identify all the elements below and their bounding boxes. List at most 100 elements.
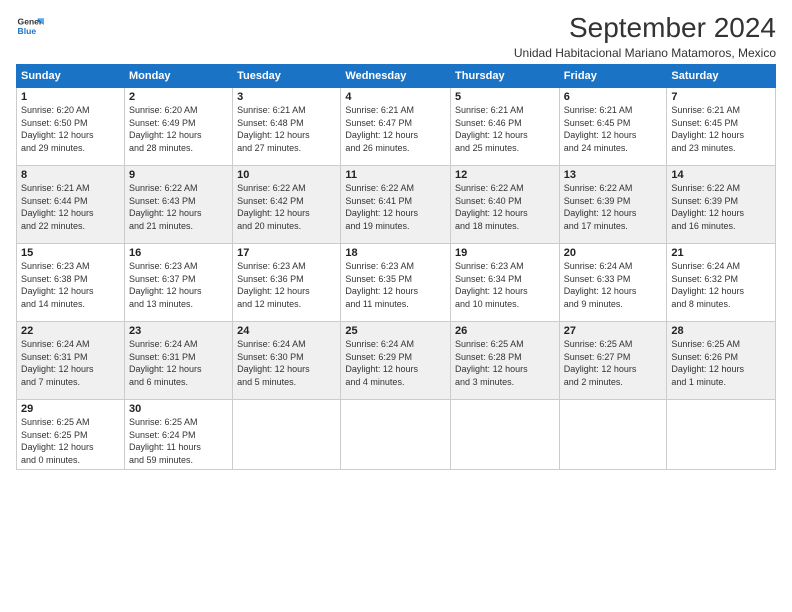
header-friday: Friday (559, 65, 667, 88)
calendar-cell: 4Sunrise: 6:21 AM Sunset: 6:47 PM Daylig… (341, 88, 451, 166)
day-number: 22 (21, 325, 120, 337)
day-info: Sunrise: 6:21 AM Sunset: 6:47 PM Dayligh… (345, 104, 446, 154)
day-number: 11 (345, 169, 446, 181)
day-info: Sunrise: 6:22 AM Sunset: 6:39 PM Dayligh… (671, 182, 771, 232)
calendar-cell: 29Sunrise: 6:25 AM Sunset: 6:25 PM Dayli… (17, 400, 125, 470)
calendar-table: Sunday Monday Tuesday Wednesday Thursday… (16, 64, 776, 470)
calendar-cell: 6Sunrise: 6:21 AM Sunset: 6:45 PM Daylig… (559, 88, 667, 166)
calendar-cell: 28Sunrise: 6:25 AM Sunset: 6:26 PM Dayli… (667, 322, 776, 400)
day-info: Sunrise: 6:23 AM Sunset: 6:38 PM Dayligh… (21, 260, 120, 310)
calendar-week-1: 1Sunrise: 6:20 AM Sunset: 6:50 PM Daylig… (17, 88, 776, 166)
calendar-cell: 16Sunrise: 6:23 AM Sunset: 6:37 PM Dayli… (124, 244, 232, 322)
day-info: Sunrise: 6:25 AM Sunset: 6:28 PM Dayligh… (455, 338, 555, 388)
day-number: 9 (129, 169, 228, 181)
calendar-cell: 25Sunrise: 6:24 AM Sunset: 6:29 PM Dayli… (341, 322, 451, 400)
day-info: Sunrise: 6:20 AM Sunset: 6:50 PM Dayligh… (21, 104, 120, 154)
calendar-cell: 14Sunrise: 6:22 AM Sunset: 6:39 PM Dayli… (667, 166, 776, 244)
calendar-week-5: 29Sunrise: 6:25 AM Sunset: 6:25 PM Dayli… (17, 400, 776, 470)
day-number: 15 (21, 247, 120, 259)
day-info: Sunrise: 6:24 AM Sunset: 6:30 PM Dayligh… (237, 338, 336, 388)
day-number: 23 (129, 325, 228, 337)
day-number: 29 (21, 403, 120, 415)
svg-text:Blue: Blue (18, 26, 37, 36)
calendar-cell: 23Sunrise: 6:24 AM Sunset: 6:31 PM Dayli… (124, 322, 232, 400)
day-number: 17 (237, 247, 336, 259)
calendar-cell: 10Sunrise: 6:22 AM Sunset: 6:42 PM Dayli… (233, 166, 341, 244)
calendar-cell: 11Sunrise: 6:22 AM Sunset: 6:41 PM Dayli… (341, 166, 451, 244)
calendar-cell: 2Sunrise: 6:20 AM Sunset: 6:49 PM Daylig… (124, 88, 232, 166)
day-info: Sunrise: 6:21 AM Sunset: 6:44 PM Dayligh… (21, 182, 120, 232)
logo-icon: General Blue (16, 12, 44, 40)
day-number: 26 (455, 325, 555, 337)
day-number: 8 (21, 169, 120, 181)
day-number: 10 (237, 169, 336, 181)
day-info: Sunrise: 6:25 AM Sunset: 6:26 PM Dayligh… (671, 338, 771, 388)
calendar-cell: 13Sunrise: 6:22 AM Sunset: 6:39 PM Dayli… (559, 166, 667, 244)
day-info: Sunrise: 6:24 AM Sunset: 6:29 PM Dayligh… (345, 338, 446, 388)
day-number: 25 (345, 325, 446, 337)
title-block: September 2024 Unidad Habitacional Maria… (514, 12, 776, 60)
day-info: Sunrise: 6:20 AM Sunset: 6:49 PM Dayligh… (129, 104, 228, 154)
day-info: Sunrise: 6:21 AM Sunset: 6:45 PM Dayligh… (671, 104, 771, 154)
calendar-cell: 30Sunrise: 6:25 AM Sunset: 6:24 PM Dayli… (124, 400, 232, 470)
calendar-cell: 22Sunrise: 6:24 AM Sunset: 6:31 PM Dayli… (17, 322, 125, 400)
calendar-cell: 7Sunrise: 6:21 AM Sunset: 6:45 PM Daylig… (667, 88, 776, 166)
day-info: Sunrise: 6:23 AM Sunset: 6:37 PM Dayligh… (129, 260, 228, 310)
day-info: Sunrise: 6:22 AM Sunset: 6:39 PM Dayligh… (564, 182, 663, 232)
calendar-cell: 9Sunrise: 6:22 AM Sunset: 6:43 PM Daylig… (124, 166, 232, 244)
calendar-cell: 5Sunrise: 6:21 AM Sunset: 6:46 PM Daylig… (451, 88, 560, 166)
day-number: 27 (564, 325, 663, 337)
header: General Blue September 2024 Unidad Habit… (16, 12, 776, 60)
calendar-week-2: 8Sunrise: 6:21 AM Sunset: 6:44 PM Daylig… (17, 166, 776, 244)
calendar-cell: 8Sunrise: 6:21 AM Sunset: 6:44 PM Daylig… (17, 166, 125, 244)
day-number: 20 (564, 247, 663, 259)
day-number: 3 (237, 91, 336, 103)
calendar-cell (341, 400, 451, 470)
day-info: Sunrise: 6:21 AM Sunset: 6:46 PM Dayligh… (455, 104, 555, 154)
calendar-cell (559, 400, 667, 470)
day-info: Sunrise: 6:22 AM Sunset: 6:41 PM Dayligh… (345, 182, 446, 232)
calendar-cell: 21Sunrise: 6:24 AM Sunset: 6:32 PM Dayli… (667, 244, 776, 322)
day-number: 6 (564, 91, 663, 103)
header-tuesday: Tuesday (233, 65, 341, 88)
calendar-cell: 24Sunrise: 6:24 AM Sunset: 6:30 PM Dayli… (233, 322, 341, 400)
month-title: September 2024 (514, 12, 776, 44)
day-info: Sunrise: 6:22 AM Sunset: 6:42 PM Dayligh… (237, 182, 336, 232)
calendar-cell: 3Sunrise: 6:21 AM Sunset: 6:48 PM Daylig… (233, 88, 341, 166)
calendar-cell: 15Sunrise: 6:23 AM Sunset: 6:38 PM Dayli… (17, 244, 125, 322)
day-info: Sunrise: 6:24 AM Sunset: 6:31 PM Dayligh… (129, 338, 228, 388)
subtitle: Unidad Habitacional Mariano Matamoros, M… (514, 46, 776, 60)
page: General Blue September 2024 Unidad Habit… (0, 0, 792, 612)
day-number: 5 (455, 91, 555, 103)
header-saturday: Saturday (667, 65, 776, 88)
calendar-cell (667, 400, 776, 470)
header-monday: Monday (124, 65, 232, 88)
calendar-cell: 19Sunrise: 6:23 AM Sunset: 6:34 PM Dayli… (451, 244, 560, 322)
day-number: 4 (345, 91, 446, 103)
day-number: 24 (237, 325, 336, 337)
day-info: Sunrise: 6:24 AM Sunset: 6:32 PM Dayligh… (671, 260, 771, 310)
day-info: Sunrise: 6:21 AM Sunset: 6:48 PM Dayligh… (237, 104, 336, 154)
day-info: Sunrise: 6:25 AM Sunset: 6:25 PM Dayligh… (21, 416, 120, 466)
calendar-cell: 20Sunrise: 6:24 AM Sunset: 6:33 PM Dayli… (559, 244, 667, 322)
day-number: 19 (455, 247, 555, 259)
day-number: 28 (671, 325, 771, 337)
day-info: Sunrise: 6:21 AM Sunset: 6:45 PM Dayligh… (564, 104, 663, 154)
day-number: 7 (671, 91, 771, 103)
day-info: Sunrise: 6:23 AM Sunset: 6:34 PM Dayligh… (455, 260, 555, 310)
day-info: Sunrise: 6:24 AM Sunset: 6:31 PM Dayligh… (21, 338, 120, 388)
day-number: 12 (455, 169, 555, 181)
header-wednesday: Wednesday (341, 65, 451, 88)
day-number: 14 (671, 169, 771, 181)
calendar-week-3: 15Sunrise: 6:23 AM Sunset: 6:38 PM Dayli… (17, 244, 776, 322)
logo: General Blue (16, 12, 44, 40)
day-number: 16 (129, 247, 228, 259)
day-info: Sunrise: 6:25 AM Sunset: 6:27 PM Dayligh… (564, 338, 663, 388)
header-row: Sunday Monday Tuesday Wednesday Thursday… (17, 65, 776, 88)
calendar-cell: 17Sunrise: 6:23 AM Sunset: 6:36 PM Dayli… (233, 244, 341, 322)
header-thursday: Thursday (451, 65, 560, 88)
day-number: 30 (129, 403, 228, 415)
calendar-cell: 12Sunrise: 6:22 AM Sunset: 6:40 PM Dayli… (451, 166, 560, 244)
day-number: 2 (129, 91, 228, 103)
day-info: Sunrise: 6:24 AM Sunset: 6:33 PM Dayligh… (564, 260, 663, 310)
